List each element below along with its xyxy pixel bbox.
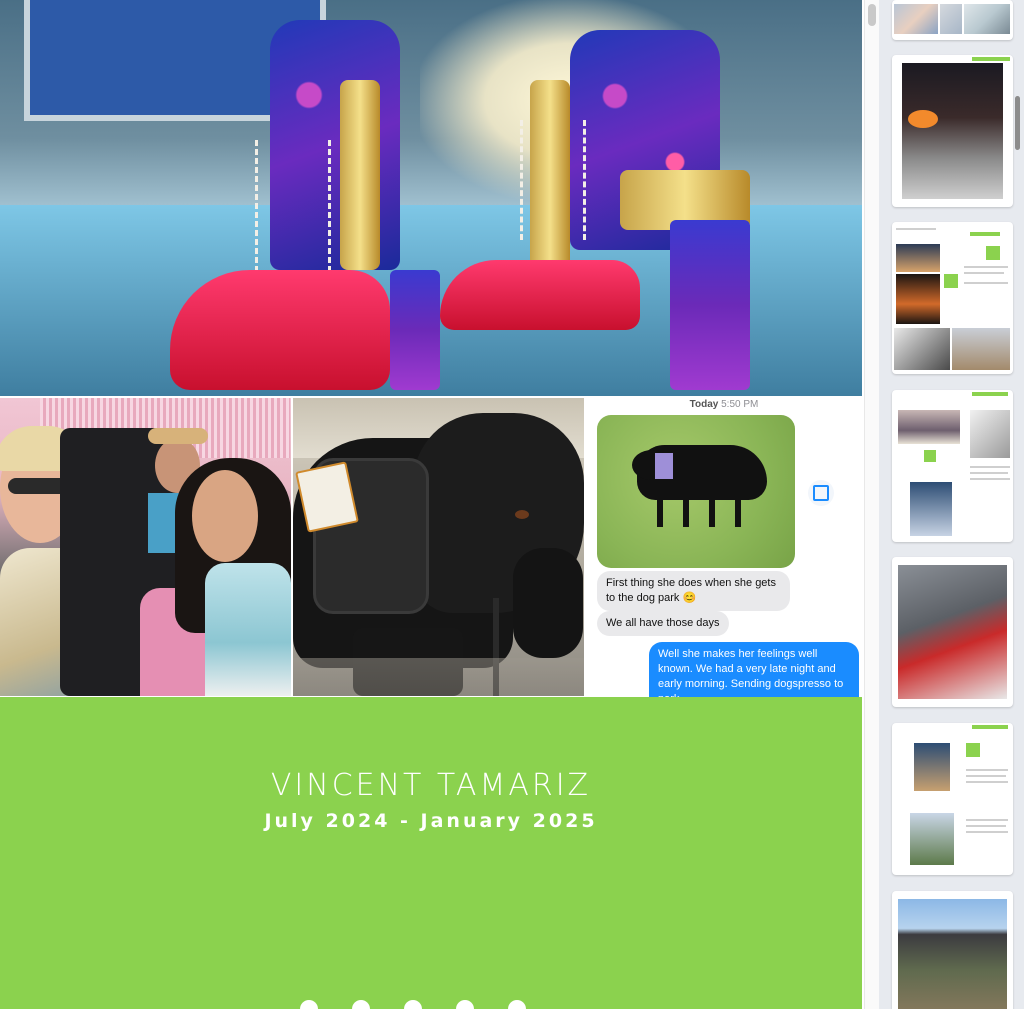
dog-eye	[515, 510, 529, 519]
timestamp-day: Today	[689, 399, 719, 410]
dog-lying-legs	[657, 497, 757, 527]
page-thumbnail[interactable]	[892, 723, 1013, 875]
page-thumbnail[interactable]	[892, 891, 1013, 1009]
page-thumbnail-sidebar[interactable]	[879, 0, 1024, 1009]
page-thumbnail[interactable]	[892, 557, 1013, 707]
sidebar-scrollbar-thumb[interactable]	[1015, 96, 1020, 150]
message-thread-screenshot: Today 5:50 PM First thing she does when …	[586, 398, 862, 712]
book-page-view: Today 5:50 PM First thing she does when …	[0, 0, 862, 1009]
timestamp-time: 5:50 PM	[721, 399, 759, 410]
man-hat	[148, 428, 208, 444]
left-boot	[160, 20, 460, 396]
cover-date-range: July 2024 - January 2025	[264, 810, 598, 832]
photo-row: Today 5:50 PM First thing she does when …	[0, 398, 862, 712]
incoming-message-2: We all have those days	[597, 611, 729, 636]
cover-title: VINCENT TAMARIZ	[270, 768, 592, 803]
boots-photo	[0, 0, 862, 396]
page-thumbnail[interactable]	[892, 0, 1013, 40]
right-boot	[440, 20, 760, 396]
floor	[293, 658, 584, 696]
incoming-message-1: First thing she does when she gets to th…	[597, 571, 790, 611]
message-timestamp: Today 5:50 PM	[586, 399, 862, 410]
dog-muzzle	[513, 548, 583, 658]
share-icon	[813, 485, 829, 501]
page-thumbnail[interactable]	[892, 222, 1013, 374]
cover-bottom-text-cropped	[0, 1000, 862, 1009]
friends-photo	[0, 398, 291, 696]
page-thumbnail[interactable]	[892, 390, 1013, 542]
book-cover	[0, 697, 862, 1009]
bandana	[655, 453, 673, 479]
main-scrollbar-thumb[interactable]	[868, 4, 876, 26]
page-thumbnail[interactable]	[892, 55, 1013, 207]
woman-right-face	[192, 470, 258, 562]
woman-right-scarf	[205, 563, 291, 696]
dog-on-grass-image	[597, 415, 795, 568]
service-dog-photo	[293, 398, 584, 696]
share-button[interactable]	[808, 480, 834, 506]
main-scrollbar[interactable]	[864, 0, 879, 1009]
